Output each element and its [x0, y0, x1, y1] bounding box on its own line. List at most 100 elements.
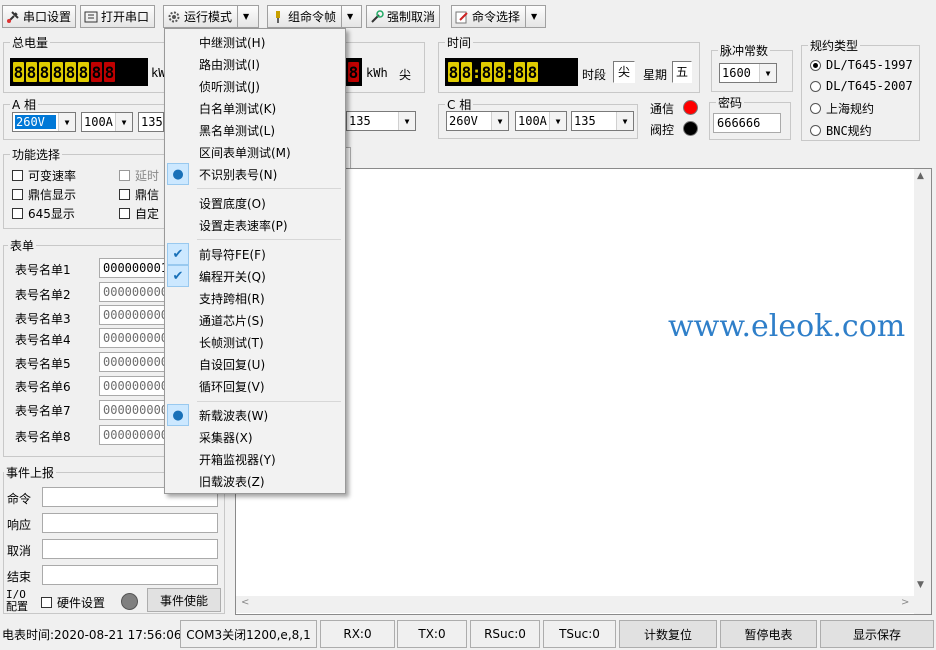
- protocol-radio-1997[interactable]: DL/T645-1997: [810, 58, 913, 72]
- checkbox-icon: [119, 208, 130, 219]
- function-checkbox-delay[interactable]: 延时: [119, 167, 159, 184]
- protocol-option-label: DL/T645-2007: [826, 79, 913, 93]
- force-cancel-button[interactable]: 强制取消: [366, 5, 440, 28]
- cmd-select-label: 命令选择: [472, 10, 521, 24]
- meter-field-7[interactable]: 000000000: [99, 400, 165, 420]
- meter-field-6[interactable]: 000000000: [99, 376, 165, 396]
- protocol-radio-2007[interactable]: DL/T645-2007: [810, 79, 913, 93]
- week-value: 五: [672, 61, 692, 83]
- digit: 8: [52, 62, 63, 82]
- horizontal-scrollbar[interactable]: < >: [236, 596, 914, 613]
- menu-item-cross-phase[interactable]: 支持跨相(R): [165, 287, 345, 309]
- status-meter-time: 电表时间:2020-08-21 17:56:06: [0, 620, 182, 648]
- menu-item-relay-test[interactable]: 中继测试(H): [165, 31, 345, 53]
- function-checkbox-variable-rate[interactable]: 可变速率: [12, 167, 76, 184]
- rate-label: 尖: [399, 68, 412, 82]
- vertical-scrollbar[interactable]: ▲ ▼: [914, 169, 931, 614]
- meter-field-5[interactable]: 000000000: [99, 352, 165, 372]
- meter-field-2[interactable]: 000000000: [99, 282, 165, 302]
- valve-indicator-icon: [683, 121, 698, 136]
- menu-item-listen-test[interactable]: 侦听测试(J): [165, 75, 345, 97]
- function-checkbox-645[interactable]: 645显示: [12, 205, 75, 222]
- protocol-radio-bnc[interactable]: BNC规约: [810, 122, 872, 139]
- menu-item-label: 采集器(X): [199, 430, 253, 445]
- menu-item-route-test[interactable]: 路由测试(I): [165, 53, 345, 75]
- open-serial-button[interactable]: 打开串口: [80, 5, 155, 28]
- chevron-down-icon[interactable]: ▼: [237, 6, 254, 27]
- phase-c-third: 135: [574, 114, 596, 128]
- menu-item-label: 路由测试(I): [199, 57, 260, 72]
- phase-a-voltage-select[interactable]: 260V ▼: [12, 112, 76, 132]
- menu-separator: [197, 401, 341, 402]
- meter-field-8[interactable]: 000000000: [99, 425, 165, 445]
- scroll-left-icon[interactable]: <: [241, 597, 249, 608]
- meter-label-7: 表号名单7: [15, 404, 71, 418]
- edit-icon: [455, 10, 469, 24]
- function-checkbox-custom[interactable]: 自定: [119, 205, 159, 222]
- phase-c-current-select[interactable]: 100A ▼: [515, 111, 567, 131]
- protocol-title: 规约类型: [808, 37, 861, 54]
- run-mode-menu: 中继测试(H) 路由测试(I) 侦听测试(J) 白名单测试(K) 黑名单测试(L…: [164, 28, 346, 494]
- menu-mark: [167, 214, 189, 236]
- menu-item-collector[interactable]: 采集器(X): [165, 426, 345, 448]
- event-cancel-field[interactable]: [42, 539, 218, 559]
- menu-item-long-frame[interactable]: 长帧测试(T): [165, 331, 345, 353]
- chevron-down-icon: ▼: [759, 64, 776, 82]
- meter-field-1[interactable]: 000000001: [99, 258, 165, 278]
- menu-item-preamble-fe[interactable]: ✔ 前导符FE(F): [165, 243, 345, 265]
- scroll-right-icon[interactable]: >: [901, 597, 909, 608]
- meter-field-3[interactable]: 000000000: [99, 305, 165, 325]
- menu-item-loop-reply[interactable]: 循环回复(V): [165, 375, 345, 397]
- show-save-button[interactable]: 显示保存: [820, 620, 934, 648]
- protocol-radio-shanghai[interactable]: 上海规约: [810, 100, 874, 117]
- radio-dot-icon: ●: [167, 404, 189, 426]
- event-enable-button[interactable]: 事件使能: [147, 588, 221, 612]
- chevron-down-icon: ▼: [115, 113, 132, 131]
- function-checkbox-dingxin[interactable]: 鼎信显示: [12, 186, 76, 203]
- io-indicator-icon: [121, 593, 138, 610]
- menu-item-new-carrier[interactable]: ● 新载波表(W): [165, 404, 345, 426]
- phase-a-current-select[interactable]: 100A ▼: [81, 112, 133, 132]
- reset-count-button[interactable]: 计数复位: [619, 620, 717, 648]
- scroll-up-icon[interactable]: ▲: [917, 171, 924, 181]
- meter-label-2: 表号名单2: [15, 288, 71, 302]
- hw-setting-checkbox[interactable]: 硬件设置: [41, 594, 105, 611]
- scroll-down-icon[interactable]: ▼: [917, 580, 924, 590]
- menu-item-program-switch[interactable]: ✔ 编程开关(Q): [165, 265, 345, 287]
- checkbox-icon: [12, 189, 23, 200]
- menu-item-range-test[interactable]: 区间表单测试(M): [165, 141, 345, 163]
- menu-item-whitelist-test[interactable]: 白名单测试(K): [165, 97, 345, 119]
- menu-item-unrecognized-meter[interactable]: ● 不识别表号(N): [165, 163, 345, 185]
- event-end-field[interactable]: [42, 565, 218, 585]
- digit: 8: [481, 62, 492, 82]
- cmd-select-button[interactable]: 命令选择 ▼: [451, 5, 546, 28]
- serial-settings-button[interactable]: 串口设置: [2, 5, 76, 28]
- menu-item-channel-chip[interactable]: 通道芯片(S): [165, 309, 345, 331]
- group-cmd-button[interactable]: 组命令帧 ▼: [267, 5, 362, 28]
- menu-item-box-monitor[interactable]: 开箱监视器(Y): [165, 448, 345, 470]
- menu-mark: [167, 75, 189, 97]
- menu-item-blacklist-test[interactable]: 黑名单测试(L): [165, 119, 345, 141]
- phase-c-voltage-select[interactable]: 260V ▼: [446, 111, 509, 131]
- run-mode-button[interactable]: 运行模式 ▼: [163, 5, 259, 28]
- meter-list-title: 表单: [8, 237, 37, 254]
- meter-field-4[interactable]: 000000000: [99, 328, 165, 348]
- pause-meter-button[interactable]: 暂停电表: [720, 620, 817, 648]
- chevron-down-icon[interactable]: ▼: [525, 6, 542, 27]
- menu-item-set-base[interactable]: 设置底度(O): [165, 192, 345, 214]
- pulse-select[interactable]: 1600 ▼: [719, 63, 777, 83]
- phase-a-third-select[interactable]: 135: [138, 112, 164, 132]
- phase-b-third-select[interactable]: 135 ▼: [346, 111, 416, 131]
- password-field[interactable]: 666666: [713, 113, 781, 133]
- menu-item-set-meter-rate[interactable]: 设置走表速率(P): [165, 214, 345, 236]
- gear-icon: [167, 10, 181, 24]
- phase-c-third-select[interactable]: 135 ▼: [571, 111, 634, 131]
- event-label-end: 结束: [7, 570, 32, 584]
- open-serial-icon: [84, 10, 98, 24]
- menu-item-custom-reply[interactable]: 自设回复(U): [165, 353, 345, 375]
- digit: 8: [461, 62, 472, 82]
- menu-item-old-carrier[interactable]: 旧载波表(Z): [165, 470, 345, 492]
- chevron-down-icon[interactable]: ▼: [341, 6, 358, 27]
- event-resp-field[interactable]: [42, 513, 218, 533]
- function-checkbox-dingxin-2[interactable]: 鼎信: [119, 186, 159, 203]
